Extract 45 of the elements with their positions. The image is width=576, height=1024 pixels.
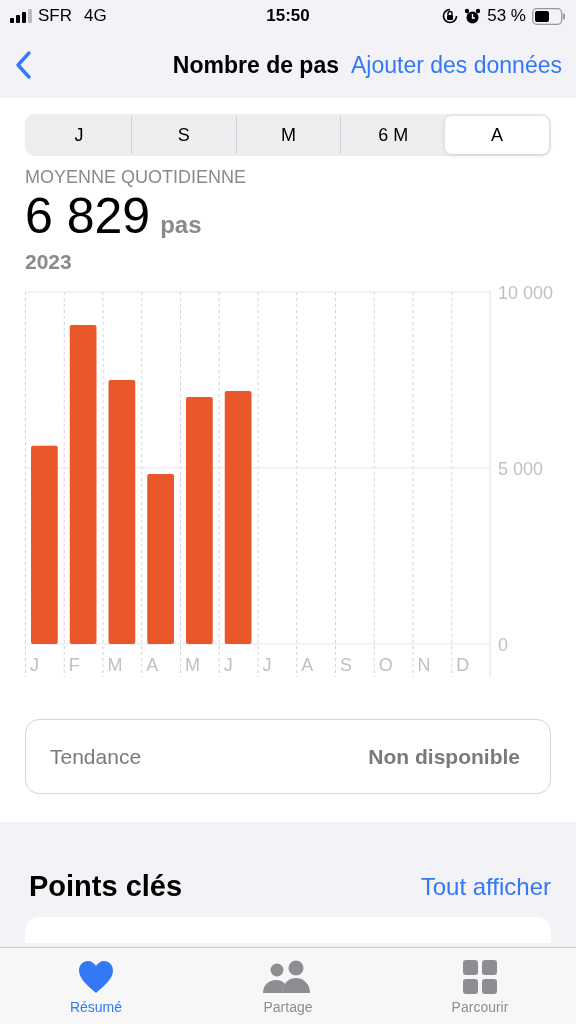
battery-icon [532,7,566,25]
page-title: Nombre de pas [172,51,339,79]
tab-bar-item[interactable]: Parcourir [420,948,540,1024]
trend-value: Non disponible [368,744,520,769]
axis-label: 0 [498,635,508,655]
axis-label: J [30,655,39,675]
range-tab[interactable]: S [130,116,236,154]
section-title: Points clés [29,870,183,903]
battery-percent: 53 % [487,6,526,26]
axis-label: D [456,655,470,675]
axis-label: S [340,655,352,675]
back-icon[interactable] [14,50,32,80]
axis-label: A [146,655,159,675]
grid-icon [463,960,497,994]
rotation-lock-icon [442,8,459,24]
signal-icon [10,9,32,23]
add-data-link[interactable]: Ajouter des données [351,51,562,79]
carrier: SFR [38,6,72,26]
network-type: 4G [84,6,107,26]
range-tab[interactable]: A [445,116,549,154]
tab-bar-item[interactable]: Partage [228,948,348,1024]
unit-label: pas [160,211,202,239]
alarm-icon [464,7,482,25]
summary-label: MOYENNE QUOTIDIENNE [25,167,248,188]
axis-label: J [262,655,272,675]
axis-label: A [301,655,314,675]
trend-card[interactable]: Tendance Non disponible [25,719,551,794]
trend-label: Tendance [50,744,142,769]
axis-label: O [378,655,393,675]
axis-label: M [185,655,200,675]
axis-label: J [223,655,233,675]
axis-label: 5 000 [498,459,544,479]
axis-label: F [68,655,80,675]
average-value: 6 829 [25,188,151,244]
axis-label: M [107,655,123,675]
axis-label: 10 000 [498,283,554,303]
clock: 15:50 [266,6,310,26]
tab-bar-item[interactable]: Résumé [36,948,156,1024]
people-icon [263,960,313,994]
axis-label: N [417,655,431,675]
period-label: 2023 [25,250,73,274]
range-tab[interactable]: J [27,116,131,154]
range-tab[interactable]: M [235,116,341,154]
show-all-link[interactable]: Tout afficher [420,872,551,901]
heart-icon [78,960,114,994]
